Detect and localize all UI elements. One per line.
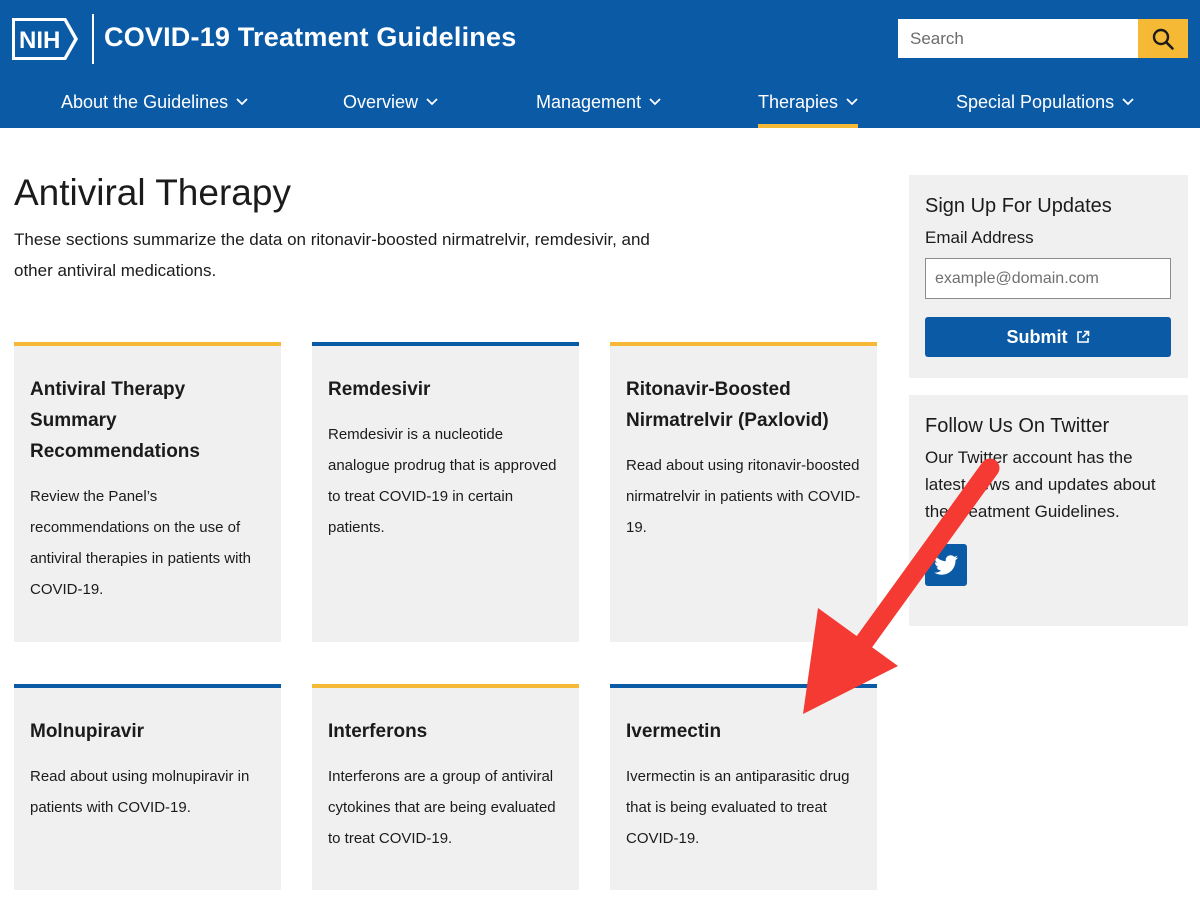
search-icon [1152,28,1174,50]
card-description: Remdesivir is a nucleotide analogue prod… [328,426,557,536]
twitter-link[interactable] [925,544,967,586]
intro-text: These sections summarize the data on rit… [14,230,650,280]
twitter-heading: Follow Us On Twitter [925,415,1110,437]
card-description: Read about using ritonavir-boosted nirma… [626,457,861,536]
nav-item-overview[interactable]: Overview [343,82,438,128]
email-label: Email Address [925,228,1034,247]
card-ivermectin[interactable]: Ivermectin Ivermectin is an antiparasiti… [610,684,877,890]
chevron-down-icon [649,98,661,106]
search-button[interactable] [1138,19,1188,58]
card-description: Review the Panel’s recommendations on th… [30,488,251,598]
twitter-description: Our Twitter account has the latest news … [925,448,1156,521]
submit-label: Submit [1006,326,1068,347]
card-title: Molnupiravir [30,721,145,742]
card-title: Ivermectin [626,721,722,742]
nav-item-management[interactable]: Management [536,82,661,128]
logo-divider [92,14,94,64]
page-title: Antiviral Therapy [14,172,291,213]
card-title: Antiviral Therapy Summary Recommendation… [30,379,200,462]
nav-item-label: About the Guidelines [61,92,229,112]
chevron-down-icon [846,98,858,106]
logo-text: NIH [19,27,60,54]
nav-item-label: Overview [343,92,419,112]
signup-panel: Sign Up For Updates Email Address Submit [909,175,1188,378]
chevron-down-icon [236,98,248,106]
main-nav: About the Guidelines Overview Management… [0,82,1200,128]
chevron-down-icon [1122,98,1134,106]
nav-item-therapies[interactable]: Therapies [758,82,859,128]
external-link-icon [1076,330,1089,343]
nav-item-label: Therapies [758,92,839,112]
twitter-panel: Follow Us On Twitter Our Twitter account… [909,395,1188,626]
card-title: Remdesivir [328,379,431,400]
card-description: Interferons are a group of antiviral cyt… [328,768,556,847]
card-description: Ivermectin is an antiparasitic drug that… [626,768,850,847]
email-field[interactable] [925,258,1171,299]
card-paxlovid[interactable]: Ritonavir-Boosted Nirmatrelvir (Paxlovid… [610,342,877,642]
submit-button[interactable]: Submit [925,317,1171,357]
nav-item-about[interactable]: About the Guidelines [61,82,248,128]
twitter-icon [934,555,958,575]
card-title: Interferons [328,721,428,742]
site-header: NIH COVID-19 Treatment Guidelines About … [0,0,1200,128]
search-input[interactable] [898,19,1138,58]
nih-logo[interactable]: NIH [10,16,80,62]
signup-heading: Sign Up For Updates [925,195,1112,217]
card-title: Ritonavir-Boosted Nirmatrelvir (Paxlovid… [626,379,829,431]
card-remdesivir[interactable]: Remdesivir Remdesivir is a nucleotide an… [312,342,579,642]
card-antiviral-summary[interactable]: Antiviral Therapy Summary Recommendation… [14,342,281,642]
nav-item-label: Management [536,92,642,112]
card-molnupiravir[interactable]: Molnupiravir Read about using molnupirav… [14,684,281,890]
card-interferons[interactable]: Interferons Interferons are a group of a… [312,684,579,890]
nav-item-special-populations[interactable]: Special Populations [956,82,1134,128]
nav-item-label: Special Populations [956,92,1115,112]
card-description: Read about using molnupiravir in patient… [30,768,250,816]
chevron-down-icon [426,98,438,106]
site-title[interactable]: COVID-19 Treatment Guidelines [104,22,516,53]
